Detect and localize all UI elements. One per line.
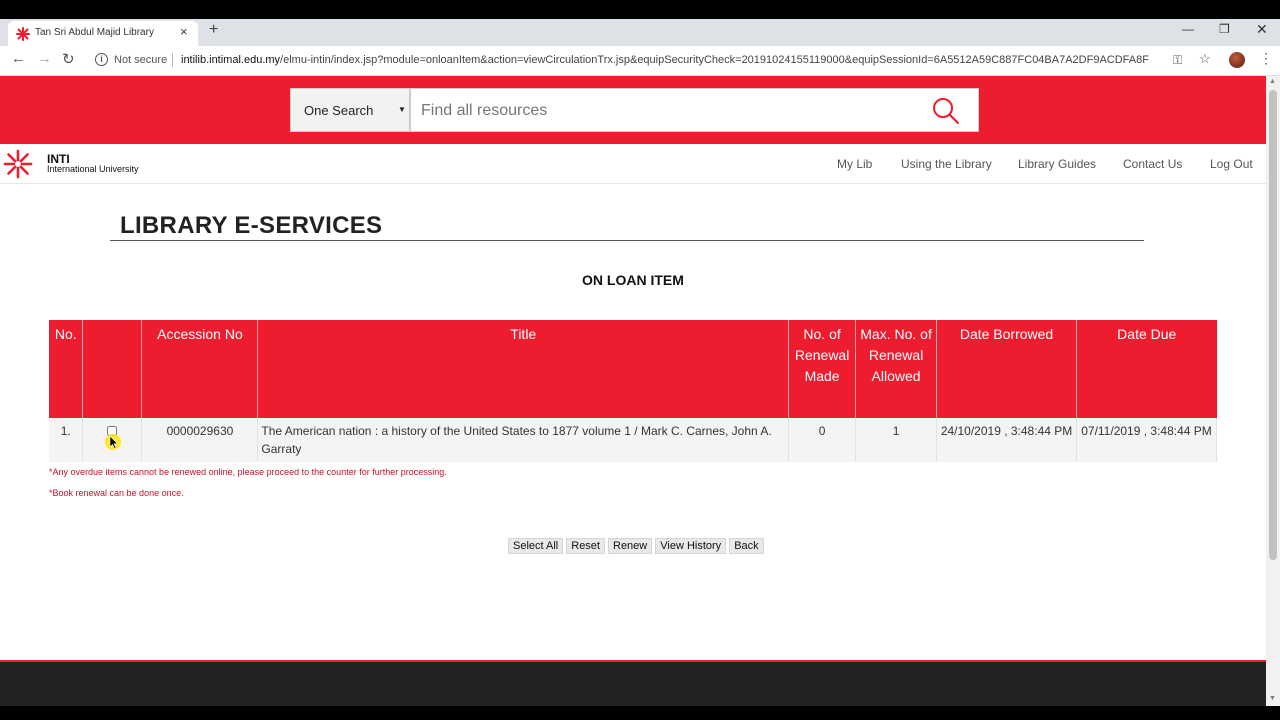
url-path: /elmu-intin/index.jsp?module=onloanItem&… <box>280 54 1149 66</box>
search-field <box>410 88 979 132</box>
dropdown-caret-icon: ▼ <box>398 105 406 114</box>
minimize-icon[interactable]: — <box>1182 22 1194 36</box>
nav-contact-us[interactable]: Contact Us <box>1123 157 1182 171</box>
menu-kebab-icon[interactable]: ⋮ <box>1259 50 1273 67</box>
mouse-cursor-icon <box>105 434 121 450</box>
select-all-button[interactable]: Select All <box>508 538 564 554</box>
col-header-renewal-allowed: Max. No. of Renewal Allowed <box>855 320 938 418</box>
col-header-select <box>82 320 143 418</box>
page-viewport: One Search ▼ INTI International Universi… <box>0 76 1266 706</box>
inti-logo-icon[interactable] <box>3 149 33 179</box>
browser-chrome: Tan Sri Abdul Majid Library × + — ❐ ✕ ← … <box>0 0 1280 76</box>
section-title: ON LOAN ITEM <box>582 272 684 288</box>
nav-using-the-library[interactable]: Using the Library <box>901 157 992 171</box>
cell-no: 1. <box>49 418 84 462</box>
col-header-title: Title <box>257 320 790 418</box>
renewal-note: *Book renewal can be done once. <box>49 488 184 498</box>
cell-date-borrowed: 24/10/2019 , 3:48:44 PM <box>936 418 1077 462</box>
col-header-accession: Accession No <box>141 320 259 418</box>
nav-my-lib[interactable]: My Lib <box>837 157 872 171</box>
tab-title: Tan Sri Abdul Majid Library <box>35 27 154 38</box>
bookmark-star-icon[interactable]: ☆ <box>1199 51 1211 67</box>
browser-tab[interactable]: Tan Sri Abdul Majid Library × <box>8 21 198 46</box>
search-input[interactable] <box>421 99 921 123</box>
cell-renewal-made: 0 <box>788 418 857 462</box>
search-scope-select[interactable]: One Search ▼ <box>290 88 410 132</box>
scroll-up-icon[interactable]: ▲ <box>1269 78 1276 85</box>
page-title: LIBRARY E-SERVICES <box>120 212 383 239</box>
reset-button[interactable]: Reset <box>566 538 605 554</box>
info-icon[interactable]: i <box>95 53 108 66</box>
address-bar[interactable]: i Not secure intilib.intimal.edu.my/elmu… <box>88 49 1188 73</box>
cell-title: The American nation : a history of the U… <box>257 418 790 462</box>
key-icon[interactable]: ⚿ <box>1173 53 1182 68</box>
tab-close-icon[interactable]: × <box>180 24 188 39</box>
col-header-date-borrowed: Date Borrowed <box>936 320 1077 418</box>
col-header-date-due: Date Due <box>1076 320 1217 418</box>
site-header: INTI International University My Lib Usi… <box>0 144 1266 184</box>
renew-button[interactable]: Renew <box>608 538 653 554</box>
profile-avatar[interactable] <box>1229 52 1245 68</box>
inti-favicon-icon <box>16 27 30 41</box>
on-loan-table: No. Accession No Title No. of Renewal Ma… <box>49 320 1217 462</box>
search-scope-label: One Search <box>304 103 374 118</box>
scroll-thumb[interactable] <box>1269 90 1277 560</box>
tab-strip: Tan Sri Abdul Majid Library × + — ❐ ✕ <box>0 19 1280 46</box>
url-text[interactable]: intilib.intimal.edu.my/elmu-intin/index.… <box>181 54 1161 66</box>
cell-renewal-allowed: 1 <box>855 418 938 462</box>
back-button[interactable]: Back <box>729 538 764 554</box>
overdue-note: *Any overdue items cannot be renewed onl… <box>49 467 447 477</box>
screen-top-bar <box>0 0 1280 19</box>
page-scrollbar[interactable]: ▲ ▼ <box>1266 76 1280 706</box>
search-band: One Search ▼ <box>0 76 1266 144</box>
restore-icon[interactable]: ❐ <box>1219 22 1230 36</box>
logo-subtitle: International University <box>47 164 139 174</box>
screen-bottom-bar <box>0 706 1280 720</box>
site-footer <box>0 660 1266 706</box>
reload-icon[interactable]: ↻ <box>62 50 75 68</box>
view-history-button[interactable]: View History <box>655 538 727 554</box>
action-buttons: Select All Reset Renew View History Back <box>508 536 767 554</box>
col-header-renewal-made: No. of Renewal Made <box>788 320 857 418</box>
security-label: Not secure <box>114 54 168 66</box>
title-divider <box>110 240 1144 241</box>
browser-toolbar: ← → ↻ i Not secure intilib.intimal.edu.m… <box>0 46 1280 76</box>
col-header-no: No. <box>49 320 84 418</box>
url-separator <box>172 53 173 67</box>
search-icon[interactable] <box>931 96 961 126</box>
cell-date-due: 07/11/2019 , 3:48:44 PM <box>1076 418 1217 462</box>
url-host: intilib.intimal.edu.my <box>181 54 281 66</box>
nav-log-out[interactable]: Log Out <box>1210 157 1253 171</box>
new-tab-icon[interactable]: + <box>209 21 218 39</box>
forward-arrow-icon[interactable]: → <box>37 50 52 67</box>
nav-library-guides[interactable]: Library Guides <box>1018 157 1096 171</box>
table-row: 1. 0000029630 The American nation : a hi… <box>49 418 1217 462</box>
table-header-row: No. Accession No Title No. of Renewal Ma… <box>49 320 1217 418</box>
cell-accession: 0000029630 <box>141 418 259 462</box>
back-arrow-icon[interactable]: ← <box>11 50 26 67</box>
scroll-down-icon[interactable]: ▼ <box>1269 695 1276 702</box>
window-close-icon[interactable]: ✕ <box>1256 21 1268 38</box>
